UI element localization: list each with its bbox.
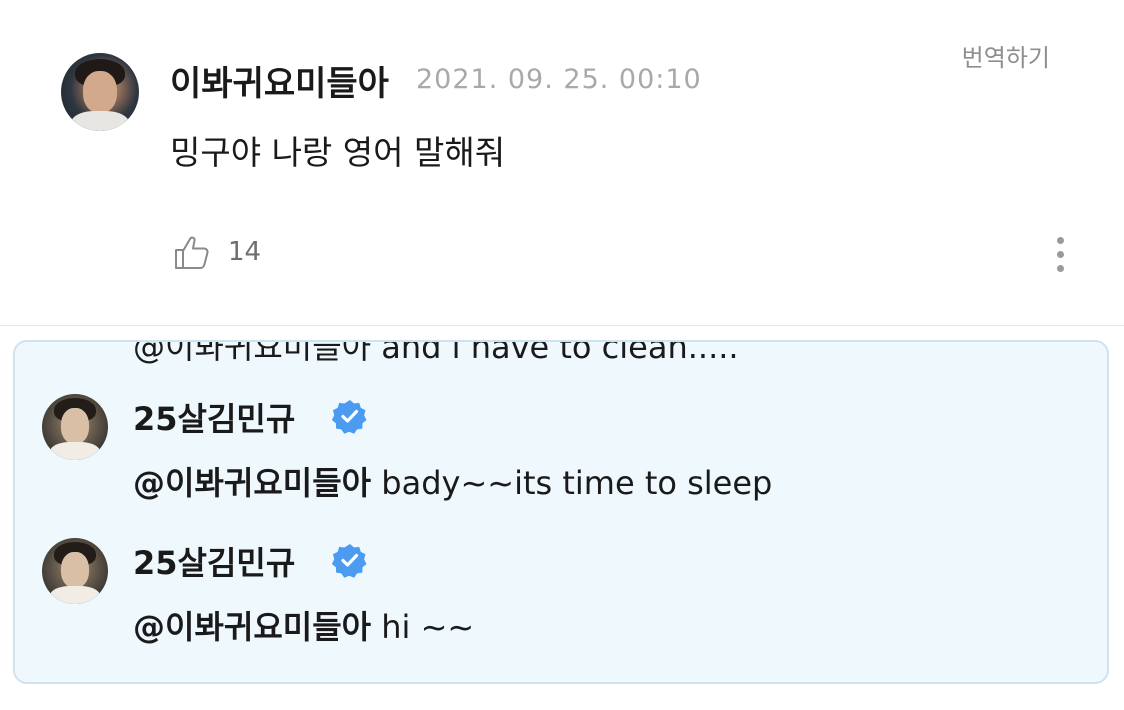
comment-post: 이봐귀요미들아 2021. 09. 25. 00:10 번역하기 밍구야 나랑 …: [0, 0, 1124, 326]
post-author-name[interactable]: 이봐귀요미들아: [170, 56, 389, 105]
reply-author-avatar[interactable]: [42, 394, 108, 460]
reply-item: 25살김민규 @이봐귀요미들아 bady~~its time to sleep: [15, 342, 1107, 502]
verified-badge-icon: [331, 398, 368, 434]
thumbs-up-icon[interactable]: [172, 232, 212, 272]
reply-author-name[interactable]: 25살김민규: [133, 538, 295, 584]
replies-panel[interactable]: @이봐귀요미들아 and i have to clean..... 25살김민규…: [13, 340, 1109, 684]
author-avatar[interactable]: [61, 53, 139, 131]
more-vertical-icon[interactable]: [1046, 233, 1076, 275]
post-timestamp: 2021. 09. 25. 00:10: [416, 64, 702, 95]
reply-author-name[interactable]: 25살김민규: [133, 394, 295, 440]
verified-badge-icon: [331, 542, 368, 578]
reply-mention[interactable]: @이봐귀요미들아: [133, 608, 371, 646]
divider: [0, 325, 1124, 326]
reply-text: @이봐귀요미들아 hi ~~: [133, 602, 474, 648]
post-body-text: 밍구야 나랑 영어 말해줘: [170, 133, 506, 172]
reply-author-avatar[interactable]: [42, 538, 108, 604]
reply-item: 25살김민규 @이봐귀요미들아 hi ~~: [15, 486, 1107, 646]
reply-message: hi ~~: [371, 608, 475, 646]
like-count: 14: [228, 237, 262, 267]
translate-button[interactable]: 번역하기: [962, 38, 1050, 73]
